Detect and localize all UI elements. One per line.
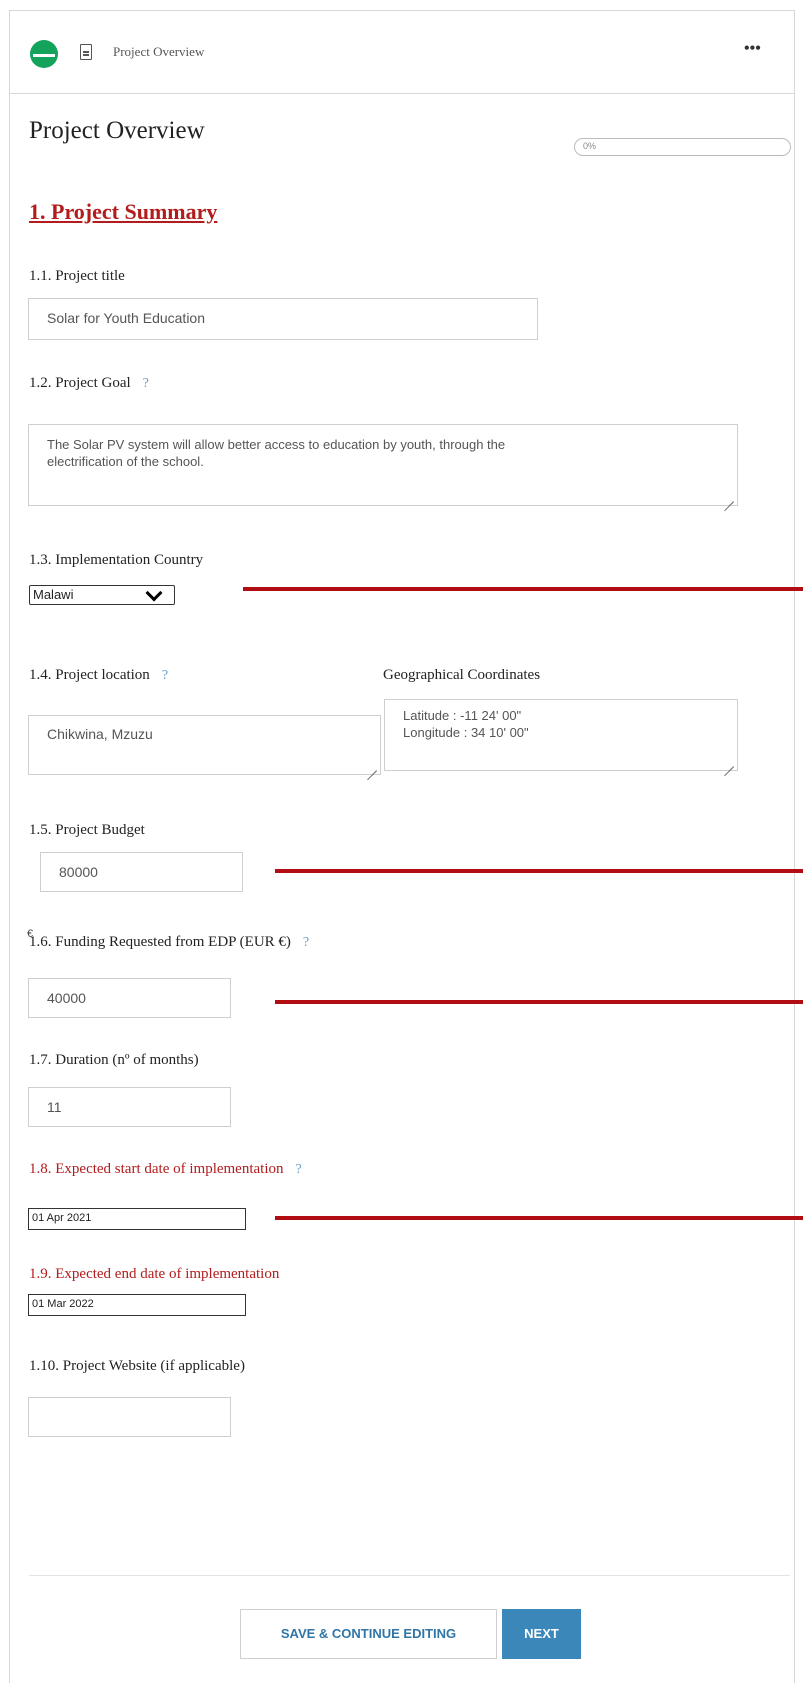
start-date-label: 1.8. Expected start date of implementati…	[29, 1161, 302, 1177]
end-date-label: 1.9. Expected end date of implementation	[29, 1266, 280, 1282]
next-button[interactable]: NEXT	[502, 1609, 581, 1659]
project-budget-input[interactable]: 80000	[40, 852, 243, 892]
project-location-textarea[interactable]: Chikwina, Mzuzu	[28, 715, 381, 775]
breadcrumb[interactable]: Project Overview	[113, 44, 204, 60]
duration-input[interactable]: 11	[28, 1087, 231, 1127]
document-icon	[80, 44, 92, 60]
project-title-input[interactable]: Solar for Youth Education	[28, 298, 538, 340]
duration-label: 1.7. Duration (nº of months)	[29, 1052, 199, 1068]
funding-requested-value: 40000	[47, 990, 86, 1006]
end-date-value: 01 Mar 2022	[32, 1298, 94, 1310]
project-goal-value: The Solar PV system will allow better ac…	[47, 437, 506, 469]
funding-help-icon[interactable]: ?	[303, 935, 309, 950]
coordinates-value: Latitude : -11 24' 00" Longitude : 34 10…	[403, 708, 529, 740]
page-title: Project Overview	[29, 117, 205, 144]
start-date-value: 01 Apr 2021	[32, 1212, 92, 1224]
project-budget-label: 1.5. Project Budget	[29, 822, 145, 838]
project-title-value: Solar for Youth Education	[47, 310, 206, 326]
chevron-down-icon	[145, 584, 163, 602]
country-select[interactable]: Malawi	[29, 584, 175, 605]
end-date-input[interactable]: 01 Mar 2022	[28, 1294, 246, 1316]
start-date-input[interactable]: 01 Apr 2021	[28, 1208, 246, 1230]
app-logo-icon	[30, 40, 58, 68]
project-goal-label: 1.2. Project Goal?	[29, 375, 149, 391]
project-location-help-icon[interactable]: ?	[162, 668, 168, 683]
resize-handle-icon[interactable]	[724, 492, 734, 502]
annotation-line	[275, 869, 803, 873]
funding-requested-label: 1.6. Funding Requested from EDP (EUR €)?	[29, 934, 310, 950]
resize-handle-icon[interactable]	[724, 757, 734, 767]
project-goal-help-icon[interactable]: ?	[143, 376, 149, 391]
project-goal-textarea[interactable]: The Solar PV system will allow better ac…	[28, 424, 738, 506]
progress-label: 0%	[583, 141, 597, 151]
project-location-value: Chikwina, Mzuzu	[47, 726, 153, 742]
implementation-country-label: 1.3. Implementation Country	[29, 552, 204, 568]
duration-value: 11	[47, 1099, 62, 1115]
funding-requested-input[interactable]: 40000	[28, 978, 231, 1018]
project-website-label: 1.10. Project Website (if applicable)	[29, 1358, 245, 1374]
annotation-line	[243, 587, 803, 591]
section-title: 1. Project Summary	[29, 199, 218, 224]
save-continue-button[interactable]: SAVE & CONTINUE EDITING	[240, 1609, 497, 1659]
progress-bar: 0%	[574, 138, 791, 156]
project-budget-value: 80000	[59, 864, 98, 880]
more-options-icon[interactable]: •••	[744, 40, 761, 58]
coordinates-textarea[interactable]: Latitude : -11 24' 00" Longitude : 34 10…	[384, 699, 738, 771]
project-website-input[interactable]	[28, 1397, 231, 1437]
geographical-coordinates-label: Geographical Coordinates	[383, 667, 541, 683]
annotation-line	[275, 1000, 803, 1004]
start-date-help-icon[interactable]: ?	[296, 1162, 302, 1177]
divider	[29, 1575, 790, 1576]
resize-handle-icon[interactable]	[367, 761, 377, 771]
project-title-label: 1.1. Project title	[29, 268, 125, 284]
project-location-label: 1.4. Project location?	[29, 667, 169, 683]
annotation-line	[275, 1216, 803, 1220]
country-select-value: Malawi	[33, 587, 74, 602]
